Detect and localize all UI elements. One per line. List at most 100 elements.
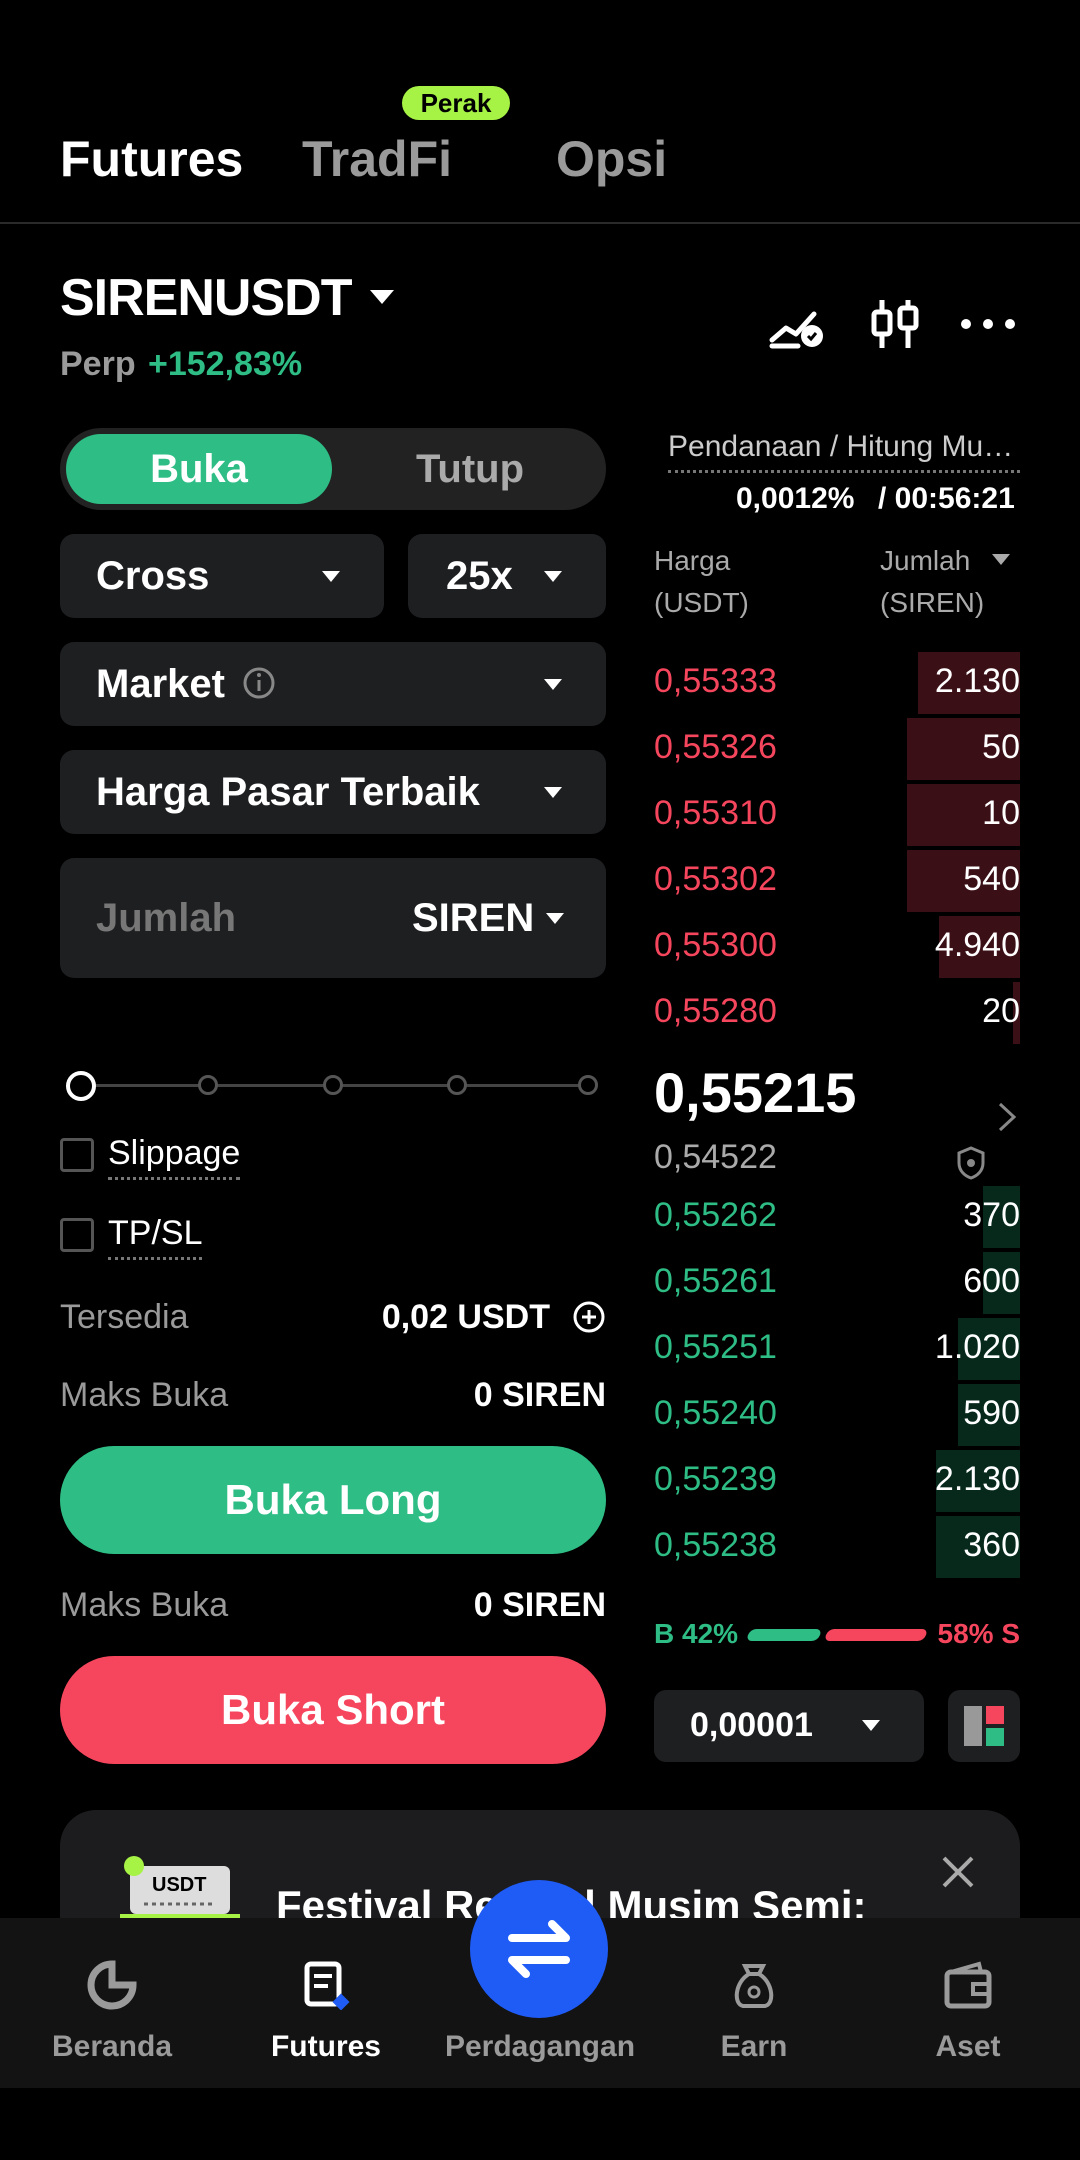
ask-row[interactable]: 0,55333 2.130 [654, 652, 1020, 714]
ask-row[interactable]: 0,55326 50 [654, 718, 1020, 780]
wallet-icon [944, 1961, 992, 2009]
tick-size-dropdown[interactable]: 0,00001 [654, 1690, 924, 1762]
chevron-down-icon [544, 571, 562, 582]
open-tab[interactable]: Buka [66, 434, 332, 504]
ask-row[interactable]: 0,55302 540 [654, 850, 1020, 912]
ticket-label: USDT [152, 1874, 207, 1896]
symbol-dropdown-icon[interactable] [370, 290, 394, 304]
ask-price: 0,55302 [654, 860, 777, 898]
bid-row[interactable]: 0,55261 600 [654, 1252, 1020, 1314]
layout-icon [964, 1706, 1004, 1746]
price-header-label: Harga [654, 545, 731, 576]
bid-amount: 2.130 [934, 1460, 1020, 1498]
slippage-checkbox[interactable] [60, 1138, 94, 1172]
nav-home-label: Beranda [51, 2030, 173, 2063]
amount-unit[interactable]: SIREN [412, 896, 534, 941]
bid-price: 0,55240 [654, 1394, 777, 1432]
slider-step[interactable] [578, 1075, 598, 1095]
info-icon[interactable] [242, 666, 276, 700]
slider-step[interactable] [323, 1075, 343, 1095]
ask-price: 0,55280 [654, 992, 777, 1030]
earn-icon [734, 1964, 774, 2008]
bid-amount: 370 [963, 1196, 1020, 1234]
slider-handle[interactable] [66, 1071, 96, 1101]
futures-icon [304, 1961, 350, 2010]
max-open-long-value: 0 SIREN [473, 1376, 606, 1414]
ask-row[interactable]: 0,55310 10 [654, 784, 1020, 846]
close-tab[interactable]: Tutup [340, 434, 600, 504]
ask-row[interactable]: 0,55300 4.940 [654, 916, 1020, 978]
sell-ratio: 58% S [937, 1618, 1021, 1649]
nav-futures[interactable]: Futures [218, 1918, 434, 2088]
more-icon[interactable] [958, 296, 1018, 352]
mark-price: 0,54522 [654, 1138, 777, 1176]
bid-amount: 360 [963, 1526, 1020, 1564]
max-open-label: Maks Buka [60, 1586, 229, 1624]
tab-opsi[interactable]: Opsi [556, 130, 667, 188]
funding-title[interactable]: Pendanaan / Hitung Mun... [668, 430, 1020, 473]
ask-amount: 20 [982, 992, 1020, 1030]
order-type-dropdown[interactable]: Market [60, 642, 606, 726]
slider-step[interactable] [198, 1075, 218, 1095]
orderbook-layout-button[interactable] [948, 1690, 1020, 1762]
ask-row[interactable]: 0,55280 20 [654, 982, 1020, 1044]
price-type-dropdown[interactable]: Harga Pasar Terbaik [60, 750, 606, 834]
amount-placeholder: Jumlah [96, 896, 237, 940]
leverage-label: 25x [446, 554, 513, 598]
bid-row[interactable]: 0,55251 1.020 [654, 1318, 1020, 1380]
amount-header[interactable]: Jumlah (SIREN) [880, 540, 984, 624]
amount-input[interactable]: Jumlah SIREN [60, 858, 606, 978]
chevron-down-icon [862, 1720, 880, 1731]
ask-amount: 2.130 [934, 662, 1020, 700]
slider-step[interactable] [447, 1075, 467, 1095]
margin-mode-dropdown[interactable]: Cross [60, 534, 384, 618]
amount-header-label: Jumlah [880, 545, 971, 576]
tab-futures[interactable]: Futures [60, 130, 243, 188]
symbol-name[interactable]: SIRENUSDT [60, 268, 352, 328]
bid-amount: 590 [963, 1394, 1020, 1432]
chevron-down-icon [322, 571, 340, 582]
trade-fab-button[interactable] [470, 1880, 608, 2018]
candlestick-chart-icon[interactable] [866, 296, 926, 352]
bid-price: 0,55239 [654, 1460, 777, 1498]
nav-assets[interactable]: Aset [860, 1918, 1076, 2088]
nav-assets-label: Aset [935, 2030, 1001, 2063]
bid-row[interactable]: 0,55239 2.130 [654, 1450, 1020, 1512]
slippage-label[interactable]: Slippage [108, 1134, 241, 1180]
bid-row[interactable]: 0,55238 360 [654, 1516, 1020, 1578]
buy-ratio-bar [745, 1629, 823, 1641]
leverage-dropdown[interactable]: 25x [408, 534, 606, 618]
chevron-down-icon [546, 913, 564, 924]
nav-home[interactable]: Beranda [4, 1918, 220, 2088]
tpsl-checkbox[interactable] [60, 1218, 94, 1252]
max-open-label: Maks Buka [60, 1376, 229, 1414]
chevron-right-icon[interactable] [996, 1100, 1020, 1134]
price-alert-icon[interactable] [768, 296, 828, 352]
shield-icon[interactable] [956, 1146, 986, 1180]
max-open-short-value: 0 SIREN [473, 1586, 606, 1624]
open-short-button[interactable]: Buka Short [60, 1656, 606, 1764]
chevron-down-icon[interactable] [992, 554, 1010, 565]
swap-icon [508, 1920, 570, 1978]
chevron-down-icon [544, 787, 562, 798]
open-long-button[interactable]: Buka Long [60, 1446, 606, 1554]
bid-amount: 600 [963, 1262, 1020, 1300]
tradfi-badge: Perak [402, 86, 510, 120]
tab-tradfi[interactable]: TradFi [302, 130, 452, 188]
bid-row[interactable]: 0,55262 370 [654, 1186, 1020, 1248]
open-close-toggle: Buka Tutup [60, 428, 606, 510]
close-icon[interactable] [940, 1854, 976, 1890]
bid-amount: 1.020 [934, 1328, 1020, 1366]
bid-row[interactable]: 0,55240 590 [654, 1384, 1020, 1446]
nav-earn[interactable]: Earn [646, 1918, 862, 2088]
nav-futures-label: Futures [270, 2030, 381, 2063]
contract-type: Perp [60, 345, 136, 383]
ask-price: 0,55310 [654, 794, 777, 832]
ask-price: 0,55333 [654, 662, 777, 700]
price-header: Harga (USDT) [654, 540, 749, 624]
ask-price: 0,55326 [654, 728, 777, 766]
tpsl-label[interactable]: TP/SL [108, 1214, 203, 1260]
amount-header-unit: (SIREN) [880, 587, 985, 618]
add-funds-icon[interactable] [572, 1300, 606, 1334]
nav-trade-label: Perdagangan [444, 2030, 636, 2063]
